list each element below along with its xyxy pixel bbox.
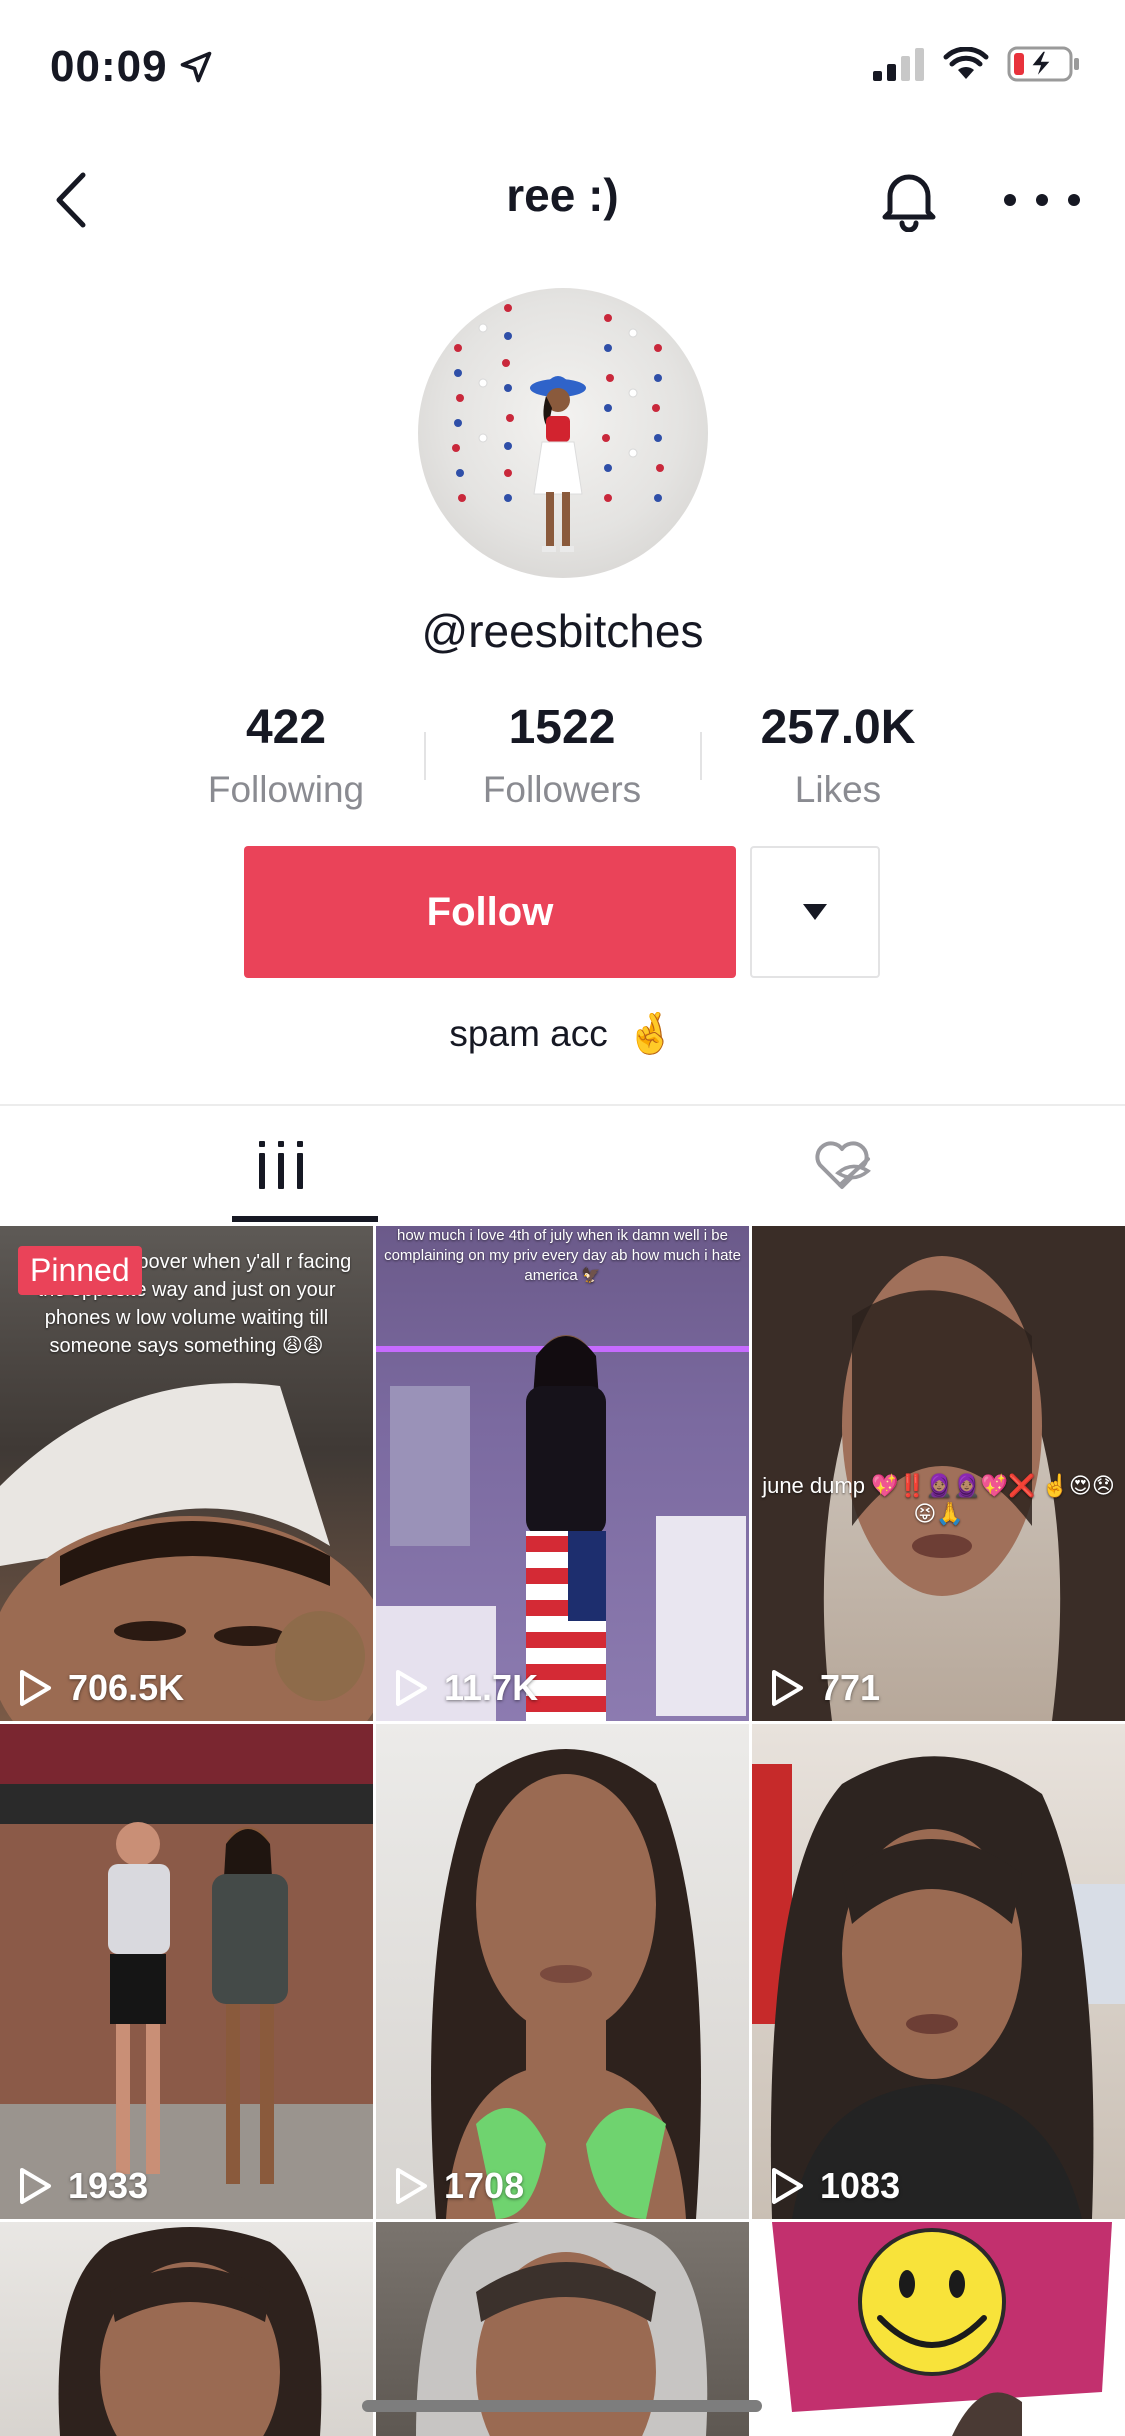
video-thumbnail[interactable]: 1083 — [752, 1724, 1125, 2219]
thumbnail-image — [376, 1335, 749, 1721]
profile-bio: spam acc 🤞 — [0, 1010, 1125, 1057]
more-dot-icon — [1068, 194, 1080, 206]
video-thumbnail[interactable]: june dump 💖‼️🧕🏽🧕🏽💖❌ ☝️😍😞😝🙏 771 — [752, 1226, 1125, 1721]
username: @reesbitches — [421, 605, 704, 657]
thumbnail-image — [0, 1724, 373, 2219]
view-count: 1083 — [770, 2165, 900, 2207]
active-tab-indicator — [232, 1216, 378, 1222]
tab-videos[interactable] — [0, 1110, 562, 1220]
view-count-value: 1933 — [68, 2165, 149, 2206]
thumbnail-image — [431, 1749, 701, 2219]
view-count: 771 — [770, 1667, 880, 1709]
play-icon — [772, 2168, 803, 2204]
video-thumbnail[interactable]: 1933 — [0, 1724, 373, 2219]
view-count-value: 11.7K — [444, 1667, 539, 1708]
more-dot-icon — [1036, 194, 1048, 206]
more-options-button[interactable] — [1004, 180, 1080, 220]
stat-label: Following — [207, 769, 365, 810]
stat-label: Followers — [482, 769, 642, 810]
video-thumbnail[interactable] — [0, 2222, 373, 2436]
video-grid-icon — [259, 1141, 303, 1189]
cellular-signal-icon — [873, 48, 924, 81]
suggested-accounts-toggle[interactable] — [750, 846, 880, 978]
follow-button[interactable]: Follow — [244, 846, 736, 978]
thumbnail-image — [752, 1756, 1125, 2219]
stat-following[interactable]: 422 Following — [166, 700, 406, 811]
view-count: 1933 — [18, 2165, 148, 2207]
view-count-value: 1083 — [820, 2165, 901, 2206]
view-count: 11.7K — [394, 1667, 538, 1709]
bio-text: spam acc — [449, 1012, 608, 1054]
video-caption: how much i love 4th of july when ik damn… — [384, 1227, 741, 1284]
view-count-value: 1708 — [444, 2165, 525, 2206]
play-icon — [396, 2168, 427, 2204]
clock: 00:09 — [50, 42, 168, 91]
play-icon — [396, 1670, 427, 1706]
view-count-value: 771 — [820, 1667, 881, 1708]
view-count-value: 706.5K — [68, 1667, 185, 1708]
page-title: ree :) — [506, 169, 619, 221]
avatar[interactable] — [418, 288, 708, 578]
stat-likes: 257.0K Likes — [718, 700, 958, 811]
crossed-fingers-emoji: 🤞 — [625, 1012, 676, 1056]
play-icon — [20, 1670, 51, 1706]
nav-bar: ree :) — [0, 150, 1125, 246]
person-figure — [530, 376, 586, 552]
home-indicator[interactable] — [362, 2400, 762, 2412]
play-icon — [20, 2168, 51, 2204]
section-divider — [0, 1104, 1125, 1106]
tab-liked-videos[interactable] — [562, 1110, 1124, 1220]
view-count: 706.5K — [18, 1667, 184, 1709]
status-indicators — [873, 46, 1081, 82]
video-thumbnail[interactable]: how much i love 4th of july when ik damn… — [376, 1226, 749, 1721]
location-arrow-icon — [180, 51, 211, 83]
video-thumbnail[interactable] — [752, 2222, 1125, 2436]
avatar-image — [452, 304, 664, 552]
bell-icon — [882, 174, 936, 233]
stat-divider — [424, 732, 426, 780]
stat-followers[interactable]: 1522 Followers — [442, 700, 682, 811]
battery-charging-icon — [1007, 46, 1079, 82]
stat-divider — [700, 732, 702, 780]
video-thumbnail[interactable]: 1708 — [376, 1724, 749, 2219]
profile-screen: 00:09 ree:) @reesbitches 422 Following … — [0, 0, 1125, 2436]
more-dot-icon — [1004, 194, 1016, 206]
stat-value: 1522 — [508, 701, 616, 754]
thumbnail-image — [58, 2227, 322, 2436]
play-icon — [772, 1670, 803, 1706]
view-count: 1708 — [394, 2165, 524, 2207]
stat-label: Likes — [794, 769, 882, 810]
pinned-badge: Pinned — [18, 1246, 142, 1295]
notification-bell-button[interactable] — [876, 166, 942, 233]
stat-value: 257.0K — [760, 701, 916, 754]
status-time: 00:09 — [50, 42, 214, 92]
status-bar: 00:09 — [0, 0, 1125, 132]
video-thumbnail[interactable]: after the sleepover when y'all r facing … — [0, 1226, 373, 1721]
stat-value: 422 — [245, 701, 327, 754]
caret-down-icon — [803, 904, 827, 920]
wifi-icon — [943, 47, 989, 79]
thumbnail-image — [772, 2222, 1112, 2436]
liked-hidden-icon — [815, 1141, 871, 1189]
video-caption: june dump 💖‼️🧕🏽🧕🏽💖❌ ☝️😍😞😝🙏 — [762, 1473, 1115, 1526]
profile-stats: 422 Following 1522 Followers 257.0K Like… — [0, 700, 1125, 810]
